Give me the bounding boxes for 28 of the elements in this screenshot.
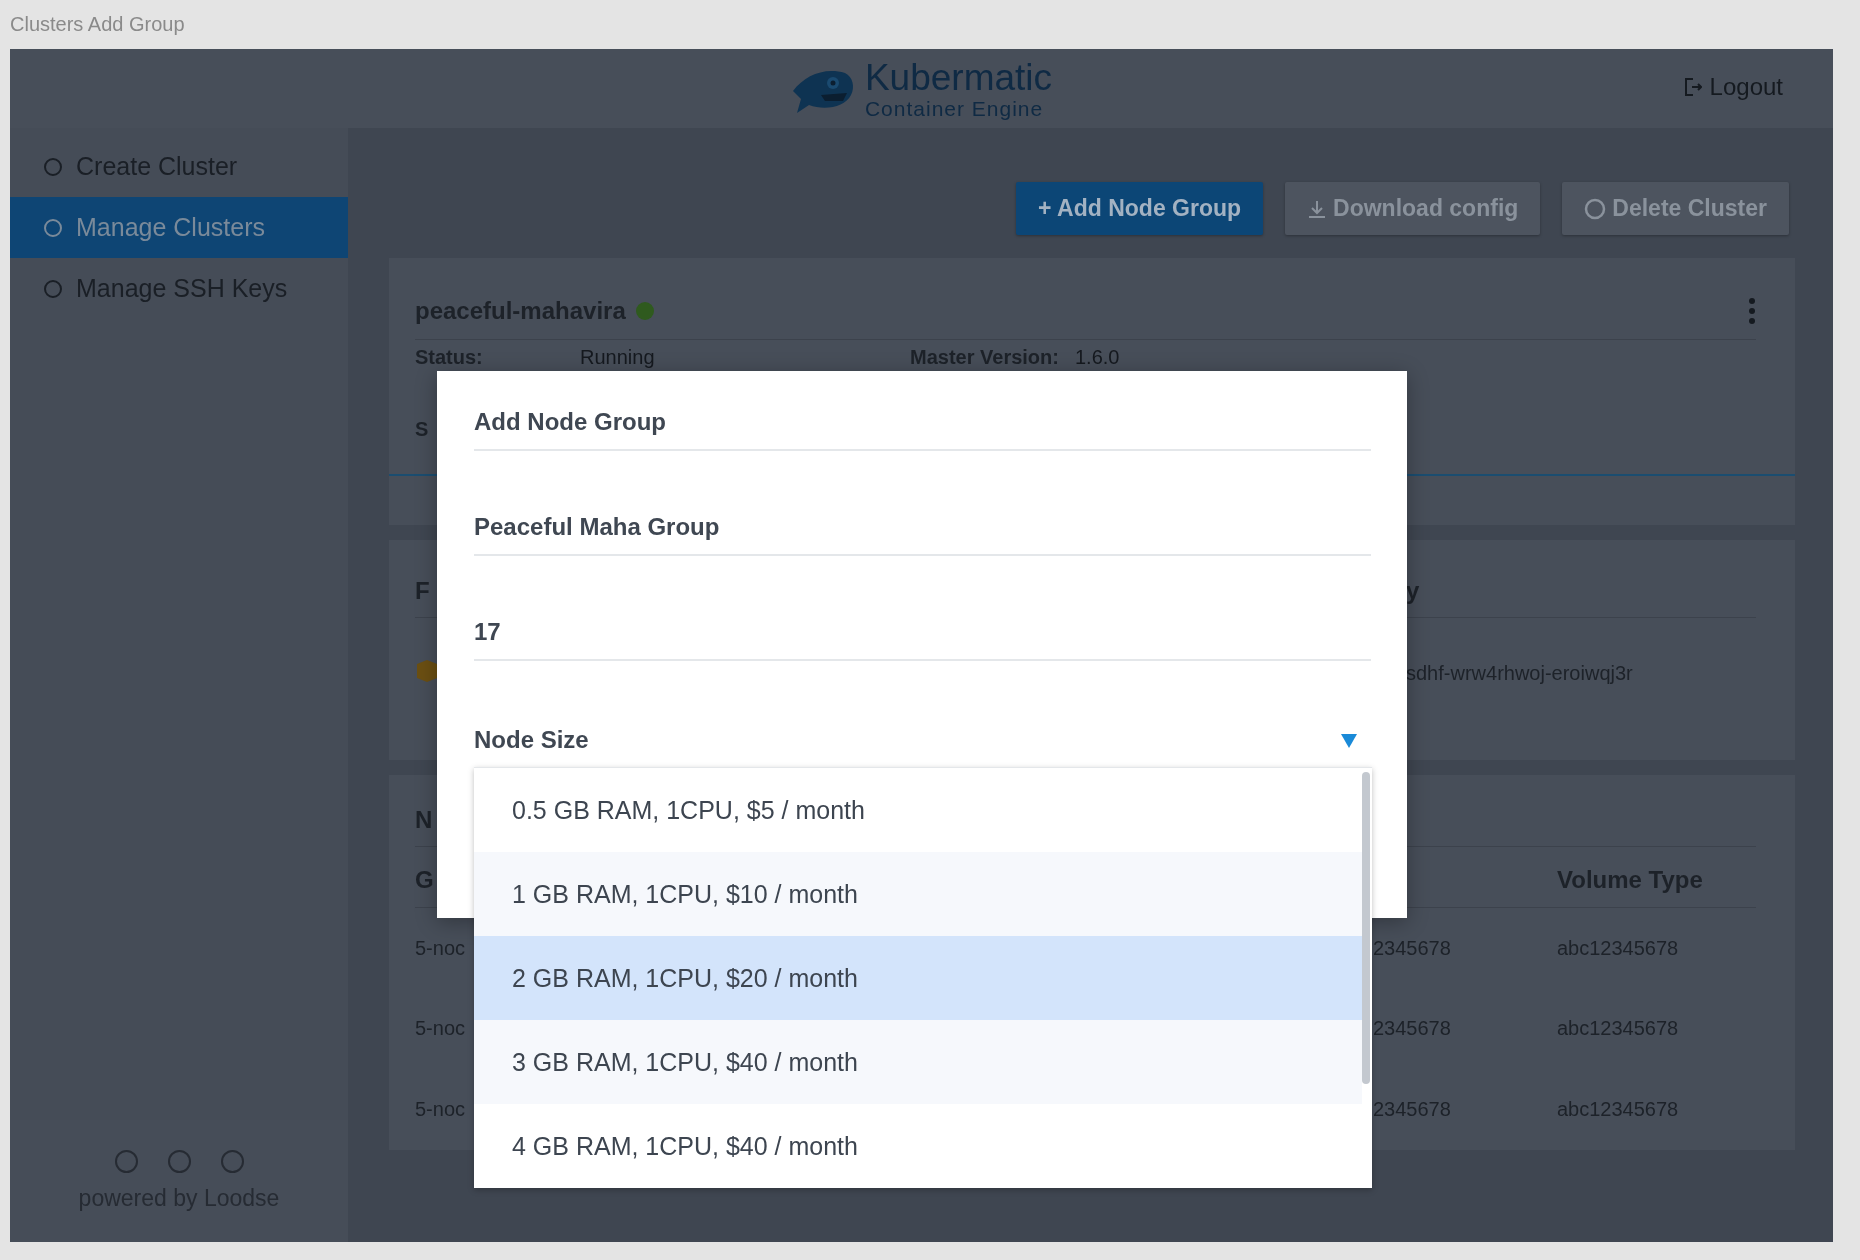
caret-icon [1341, 734, 1357, 748]
circle-icon [44, 218, 62, 237]
dropdown-option[interactable]: 2 GB RAM, 1CPU, $20 / month [474, 936, 1362, 1020]
dialog-title: Add Node Group [474, 408, 666, 436]
circle-icon [1584, 197, 1607, 220]
circle-icon [44, 279, 62, 298]
logo-subtitle: Container Engine [864, 97, 1045, 119]
dropdown-option[interactable]: 1 GB RAM, 1CPU, $10 / month [474, 852, 1362, 936]
circle-icon [114, 1150, 138, 1173]
circle-icon [167, 1150, 191, 1173]
toolbar-button[interactable]: + Add Node Group [1016, 182, 1264, 235]
circle-icon [220, 1150, 244, 1173]
field-value: 1.6.0 [1075, 345, 1121, 370]
logout-icon [1683, 77, 1702, 97]
dropdown-option[interactable]: 3 GB RAM, 1CPU, $40 / month [474, 1020, 1362, 1104]
field-value: Running [580, 345, 656, 370]
logo-title: Kubermatic [864, 58, 1053, 96]
node-count-field[interactable]: 17 [474, 618, 1371, 646]
circle-icon [44, 157, 62, 176]
page-caption: Clusters Add Group [10, 13, 185, 36]
dropdown-option[interactable]: 4 GB RAM, 1CPU, $40 / month [474, 1104, 1362, 1188]
status-dot [635, 302, 654, 320]
download-icon [1307, 198, 1328, 219]
node-size-select[interactable]: Node Size [474, 661, 1371, 767]
scrollbar[interactable] [1362, 772, 1370, 1084]
dropdown-option[interactable]: 0.5 GB RAM, 1CPU, $5 / month [474, 768, 1362, 852]
group-name-field[interactable]: Peaceful Maha Group [474, 513, 1371, 541]
more-icon[interactable] [1748, 297, 1756, 325]
